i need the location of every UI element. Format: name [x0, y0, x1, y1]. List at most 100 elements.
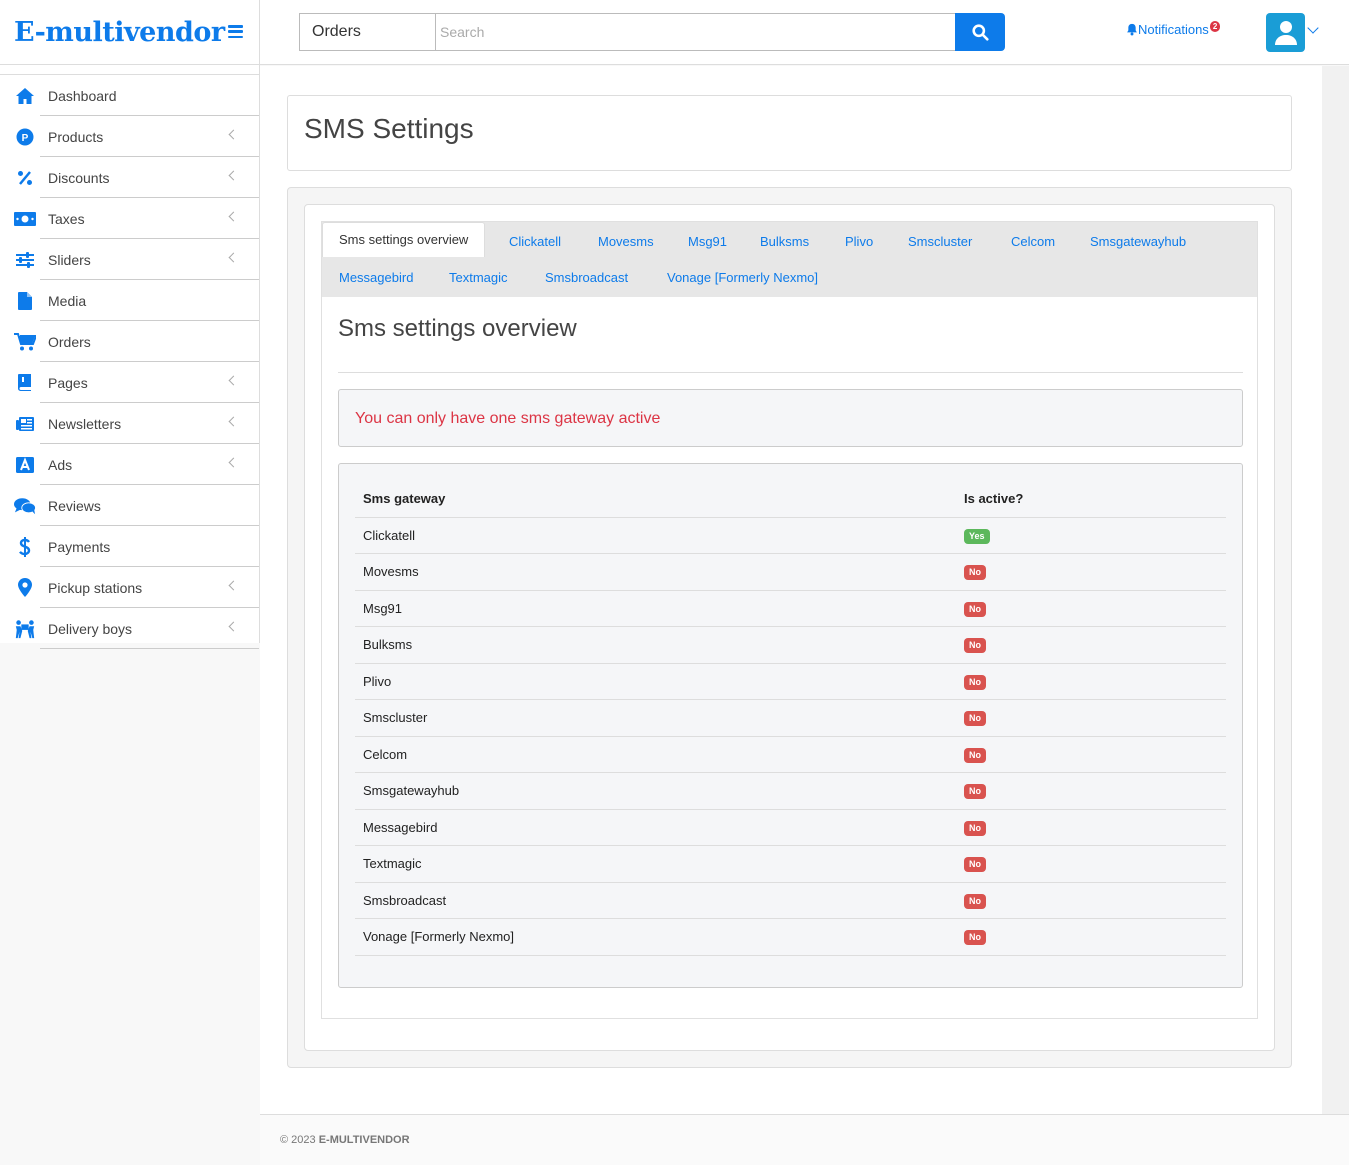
active-cell: No — [956, 918, 1226, 956]
sliders-icon — [14, 250, 36, 270]
sidebar-item-dashboard[interactable]: Dashboard — [0, 75, 259, 116]
status-badge: No — [964, 820, 986, 836]
table-row: Smscluster No — [355, 699, 1226, 737]
table-row: Bulksms No — [355, 626, 1226, 664]
gateway-name: Textmagic — [355, 845, 956, 883]
gateway-name: Vonage [Formerly Nexmo] — [355, 918, 956, 956]
sidebar-item-label: Products — [48, 128, 104, 145]
tab-plivo[interactable]: Plivo — [845, 234, 873, 249]
sidebar-item-sliders[interactable]: Sliders — [0, 239, 259, 280]
sidebar-item-delivery-boys[interactable]: Delivery boys — [0, 608, 259, 649]
status-badge: No — [964, 565, 986, 581]
people-carry-icon — [14, 619, 36, 639]
chevron-left-icon — [228, 580, 239, 591]
sidebar-item-orders[interactable]: Orders — [0, 321, 259, 362]
topbar: Orders Notifications 2 — [260, 0, 1349, 65]
settings-inner-card: Sms settings overview Clickatell Movesms Ms… — [304, 204, 1275, 1051]
table-row: Celcom No — [355, 736, 1226, 773]
money-bill-icon — [14, 209, 36, 229]
gateway-name: Movesms — [355, 553, 956, 591]
tab-clickatell[interactable]: Clickatell — [509, 234, 561, 249]
table-row: Smsbroadcast No — [355, 882, 1226, 919]
active-cell: Yes — [956, 517, 1226, 554]
chevron-left-icon — [228, 211, 239, 222]
tab-celcom[interactable]: Celcom — [1011, 234, 1055, 249]
search-category-select[interactable]: Orders — [299, 13, 436, 51]
sidebar-item-media[interactable]: Media — [0, 280, 259, 321]
user-avatar-button[interactable] — [1266, 13, 1305, 52]
tab-panel: Sms settings overview Clickatell Movesms Ms… — [321, 221, 1258, 1019]
brand: E-multivendor — [0, 0, 259, 65]
gateways-table-card: Sms gateway Is active? Clickatell Yes Move… — [338, 463, 1243, 988]
sidebar-item-ads[interactable]: Ads — [0, 444, 259, 485]
sidebar-item-newsletters[interactable]: Newsletters — [0, 403, 259, 444]
menu-toggle-icon[interactable] — [228, 25, 243, 38]
gateway-name: Msg91 — [355, 590, 956, 627]
table-row: Clickatell Yes — [355, 517, 1226, 554]
tab-msg91[interactable]: Msg91 — [688, 234, 727, 249]
active-cell: No — [956, 882, 1226, 919]
chevron-left-icon — [228, 375, 239, 386]
active-cell: No — [956, 553, 1226, 591]
settings-card: Sms settings overview Clickatell Movesms Ms… — [287, 187, 1292, 1068]
search-button[interactable] — [955, 13, 1005, 51]
sidebar-item-taxes[interactable]: Taxes — [0, 198, 259, 239]
column-header-gateway: Sms gateway — [355, 480, 956, 518]
tab-messagebird[interactable]: Messagebird — [339, 270, 413, 285]
notifications-label: Notifications — [1138, 22, 1209, 37]
home-icon — [14, 86, 36, 106]
tab-smsgatewayhub[interactable]: Smsgatewayhub — [1090, 234, 1186, 249]
notifications-count-badge: 2 — [1209, 21, 1221, 32]
footer: © 2023 E-MULTIVENDOR — [260, 1114, 1349, 1165]
bell-icon — [1127, 23, 1137, 36]
page-title-card: SMS Settings — [287, 95, 1292, 171]
map-marker-icon — [14, 578, 36, 598]
sidebar-item-pages[interactable]: Pages — [0, 362, 259, 403]
sidebar-item-label: Reviews — [48, 497, 101, 514]
sidebar-item-label: Pages — [48, 374, 88, 391]
table-row: Msg91 No — [355, 590, 1226, 627]
notifications-link[interactable]: Notifications 2 — [1126, 21, 1221, 37]
tab-bulksms[interactable]: Bulksms — [760, 234, 809, 249]
gateway-name: Smscluster — [355, 699, 956, 737]
svg-text:P: P — [22, 133, 29, 144]
brand-logo[interactable]: E-multivendor — [14, 17, 225, 48]
table-row: Messagebird No — [355, 809, 1226, 846]
tabs-bar: Sms settings overview Clickatell Movesms Ms… — [322, 222, 1257, 297]
sidebar-item-discounts[interactable]: Discounts — [0, 157, 259, 198]
tab-vonage-formerly-nexmo[interactable]: Vonage [Formerly Nexmo] — [667, 270, 818, 285]
gateway-name: Plivo — [355, 663, 956, 700]
tab-smsbroadcast[interactable]: Smsbroadcast — [545, 270, 628, 285]
status-badge: No — [964, 893, 986, 909]
sidebar-item-products[interactable]: P Products — [0, 116, 259, 157]
sidebar-item-reviews[interactable]: Reviews — [0, 485, 259, 526]
status-badge: No — [964, 930, 986, 946]
sidebar-item-pickup-stations[interactable]: Pickup stations — [0, 567, 259, 608]
tab-textmagic[interactable]: Textmagic — [449, 270, 508, 285]
gateway-name: Bulksms — [355, 626, 956, 664]
active-cell: No — [956, 845, 1226, 883]
percent-icon — [14, 168, 36, 188]
tab-movesms[interactable]: Movesms — [598, 234, 654, 249]
sidebar-item-label: Newsletters — [48, 415, 122, 432]
active-cell: No — [956, 626, 1226, 664]
sidebar-item-label: Sliders — [48, 251, 91, 268]
column-header-active: Is active? — [956, 480, 1226, 518]
tab-sms-settings-overview[interactable]: Sms settings overview — [322, 222, 486, 257]
active-cell: No — [956, 663, 1226, 700]
chevron-down-icon[interactable] — [1307, 22, 1319, 34]
cart-icon — [14, 332, 36, 352]
panel-title: Sms settings overview — [338, 315, 577, 342]
gateway-name: Clickatell — [355, 517, 956, 554]
sidebar-divider — [0, 65, 259, 75]
sidebar-item-label: Discounts — [48, 169, 110, 186]
search-input[interactable] — [436, 13, 956, 51]
sidebar-item-label: Ads — [48, 456, 73, 473]
sidebar-item-payments[interactable]: Payments — [0, 526, 259, 567]
panel-divider — [338, 372, 1243, 373]
table-header-row: Sms gateway Is active? — [355, 480, 1226, 518]
table-row: Vonage [Formerly Nexmo] No — [355, 918, 1226, 956]
sidebar-nav: Dashboard P Products Discounts Taxes Sliders M… — [0, 75, 259, 649]
tab-smscluster[interactable]: Smscluster — [908, 234, 972, 249]
products-p-icon: P — [14, 127, 36, 147]
